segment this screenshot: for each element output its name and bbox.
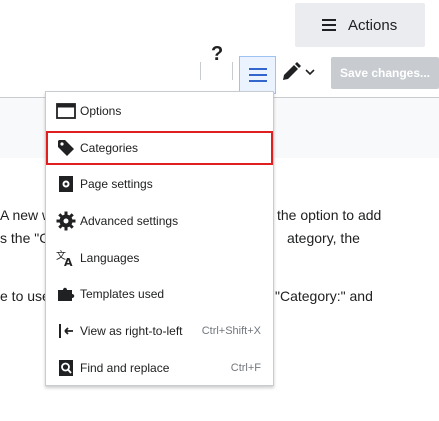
menu-item-categories[interactable]: Categories bbox=[46, 131, 273, 165]
hamburger-icon bbox=[248, 68, 267, 82]
menu-item-shortcut: Ctrl+Shift+X bbox=[201, 325, 261, 337]
save-changes-button[interactable]: Save changes... bbox=[331, 57, 439, 89]
menu-item-templates-used[interactable]: Templates used bbox=[46, 277, 273, 311]
edit-mode-switch[interactable] bbox=[281, 62, 315, 82]
actions-label: Actions bbox=[348, 16, 398, 34]
svg-text:A: A bbox=[64, 256, 73, 267]
menu-item-label: Languages bbox=[80, 251, 140, 265]
rtl-icon bbox=[56, 321, 76, 341]
chevron-down-icon bbox=[305, 69, 315, 76]
article-text: ategory, the bbox=[287, 230, 360, 246]
page-options-menu: Options Categories Page settings Advance… bbox=[45, 91, 274, 386]
menu-item-label: Find and replace bbox=[80, 361, 170, 375]
menu-item-view-rtl[interactable]: View as right-to-left Ctrl+Shift+X bbox=[46, 314, 273, 348]
menu-item-advanced-settings[interactable]: Advanced settings bbox=[46, 204, 273, 238]
find-replace-icon bbox=[56, 358, 76, 378]
options-icon bbox=[56, 101, 76, 121]
menu-item-languages[interactable]: 文 A Languages bbox=[46, 241, 273, 275]
menu-item-shortcut: Ctrl+F bbox=[230, 362, 261, 374]
article-text: "Category:" and bbox=[275, 288, 373, 304]
article-text: s the "C bbox=[0, 230, 50, 246]
help-icon[interactable]: ? bbox=[211, 43, 223, 66]
menu-item-label: View as right-to-left bbox=[80, 324, 183, 338]
toolbar-divider bbox=[232, 62, 233, 80]
menu-item-page-settings[interactable]: Page settings bbox=[46, 167, 273, 201]
page-settings-icon bbox=[56, 174, 76, 194]
toolbar-divider bbox=[200, 62, 201, 80]
actions-button[interactable]: Actions bbox=[295, 3, 425, 47]
menu-item-label: Page settings bbox=[80, 177, 153, 191]
tag-icon bbox=[56, 138, 76, 158]
puzzle-icon bbox=[56, 284, 76, 304]
article-text: e to use bbox=[0, 288, 50, 304]
gear-icon bbox=[56, 211, 76, 231]
menu-item-label: Advanced settings bbox=[80, 214, 179, 228]
menu-item-label: Options bbox=[80, 104, 122, 118]
article-text: the option to add bbox=[277, 207, 382, 223]
page-options-menu-button[interactable] bbox=[239, 56, 276, 94]
menu-item-options[interactable]: Options bbox=[46, 94, 273, 128]
menu-item-label: Categories bbox=[80, 141, 139, 155]
language-icon: 文 A bbox=[56, 248, 76, 268]
menu-item-find-replace[interactable]: Find and replace Ctrl+F bbox=[46, 351, 273, 385]
pencil-icon bbox=[283, 62, 301, 80]
menu-icon bbox=[322, 19, 336, 31]
menu-item-label: Templates used bbox=[80, 287, 165, 301]
